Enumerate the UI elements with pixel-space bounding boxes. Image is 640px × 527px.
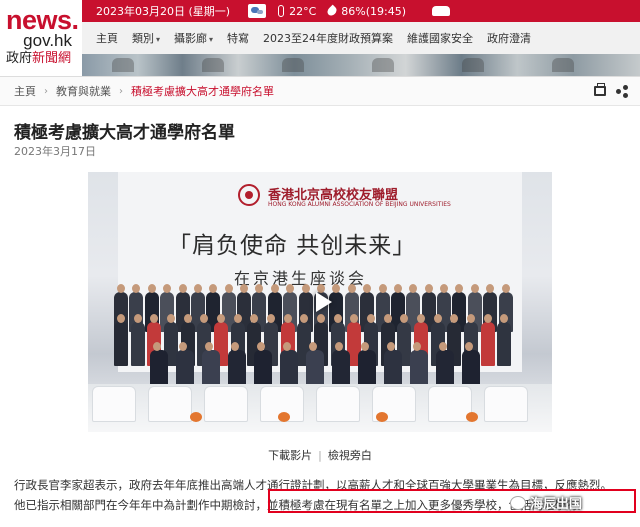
main-nav: 主頁 類別 ▾ 攝影廊 ▾ 特寫 2023至24年度財政預算案 維護國家安全 政府澄… — [82, 22, 640, 54]
nav-label: 維護國家安全 — [407, 32, 474, 45]
current-date: 2023年03月20日 (星期一) — [96, 5, 231, 18]
nav-item-clarifications[interactable]: 政府澄清 — [487, 30, 531, 46]
print-icon[interactable] — [594, 83, 606, 96]
wechat-icon — [510, 495, 526, 510]
breadcrumb-category[interactable]: 教育與就業 — [56, 83, 111, 99]
crowd-person — [130, 314, 145, 366]
download-video-link[interactable]: 下載影片 — [268, 449, 312, 462]
view-narration-link[interactable]: 檢視旁白 — [328, 449, 372, 462]
chevron-down-icon: ▾ — [209, 35, 214, 44]
watermark: 海辰出国 — [510, 493, 582, 512]
crowd-person — [497, 314, 512, 366]
nav-item-features[interactable]: 特寫 — [227, 30, 249, 46]
humidity-reading[interactable]: 86%(19:45) — [325, 4, 406, 18]
nav-item-categories[interactable]: 類別 ▾ — [132, 30, 160, 46]
nav-label: 政府澄清 — [487, 32, 532, 45]
header-photo-banner — [82, 54, 640, 76]
humidity-value: 86%(19:45) — [341, 4, 406, 18]
breadcrumb-current: 積極考慮擴大高才通學府名單 — [131, 85, 274, 98]
logo-news: news. — [6, 5, 79, 35]
article-date: 2023年3月17日 — [14, 145, 96, 158]
play-icon[interactable] — [302, 283, 340, 321]
nav-item-budget[interactable]: 2023至24年度財政預算案 — [263, 30, 393, 46]
page-title: 積極考慮擴大高才通學府名單 — [14, 123, 235, 143]
crowd-person — [114, 314, 128, 366]
nav-label: 攝影廊 — [174, 32, 208, 45]
breadcrumb-separator: › — [44, 85, 48, 97]
temperature-reading[interactable]: 22°C — [278, 5, 316, 18]
logo-chinese: 政府新聞網 — [6, 50, 82, 68]
top-info-bar: 2023年03月20日 (星期一) 22°C 86%(19:45) — [82, 0, 640, 22]
breadcrumb-home[interactable]: 主頁 — [14, 83, 36, 99]
video-chairs — [88, 384, 552, 432]
site-header: news. gov.hk 政府新聞網 2023年03月20日 (星期一) 22°… — [0, 0, 640, 76]
caption-separator: | — [318, 449, 322, 462]
thermometer-icon — [278, 5, 285, 17]
logo-chinese-a: 政府 — [6, 51, 33, 66]
humidity-drop-icon — [325, 4, 339, 18]
watermark-text: 海辰出国 — [530, 497, 583, 512]
nav-label: 特寫 — [227, 32, 250, 45]
breadcrumb-separator: › — [119, 85, 123, 97]
alumni-logo-icon — [238, 184, 260, 206]
weather-cloud-icon[interactable] — [248, 4, 267, 18]
temperature-value: 22°C — [289, 4, 317, 18]
video-slogan: 「肩负使命 共创未来」 — [168, 233, 417, 259]
site-logo[interactable]: news. gov.hk 政府新聞網 — [0, 0, 82, 76]
video-banner-subtitle: HONG KONG ALUMNI ASSOCIATION OF BEIJING … — [268, 201, 451, 208]
chevron-down-icon: ▾ — [156, 35, 161, 44]
nav-label: 2023至24年度財政預算案 — [263, 32, 394, 45]
nav-item-gallery[interactable]: 攝影廊 ▾ — [174, 30, 213, 46]
nav-item-national-security[interactable]: 維護國家安全 — [407, 30, 473, 46]
video-caption: 下載影片 | 檢視旁白 — [0, 447, 640, 463]
traffic-car-icon[interactable] — [432, 6, 450, 16]
nav-item-home[interactable]: 主頁 — [96, 30, 118, 46]
logo-chinese-b: 新聞網 — [32, 51, 72, 66]
nav-label: 主頁 — [96, 32, 118, 45]
breadcrumb: 主頁 › 教育與就業 › 積極考慮擴大高才通學府名單 — [0, 76, 640, 106]
crowd-person — [480, 314, 495, 366]
article-tools — [594, 83, 628, 98]
nav-label: 類別 — [132, 32, 154, 45]
share-icon[interactable] — [616, 85, 628, 98]
